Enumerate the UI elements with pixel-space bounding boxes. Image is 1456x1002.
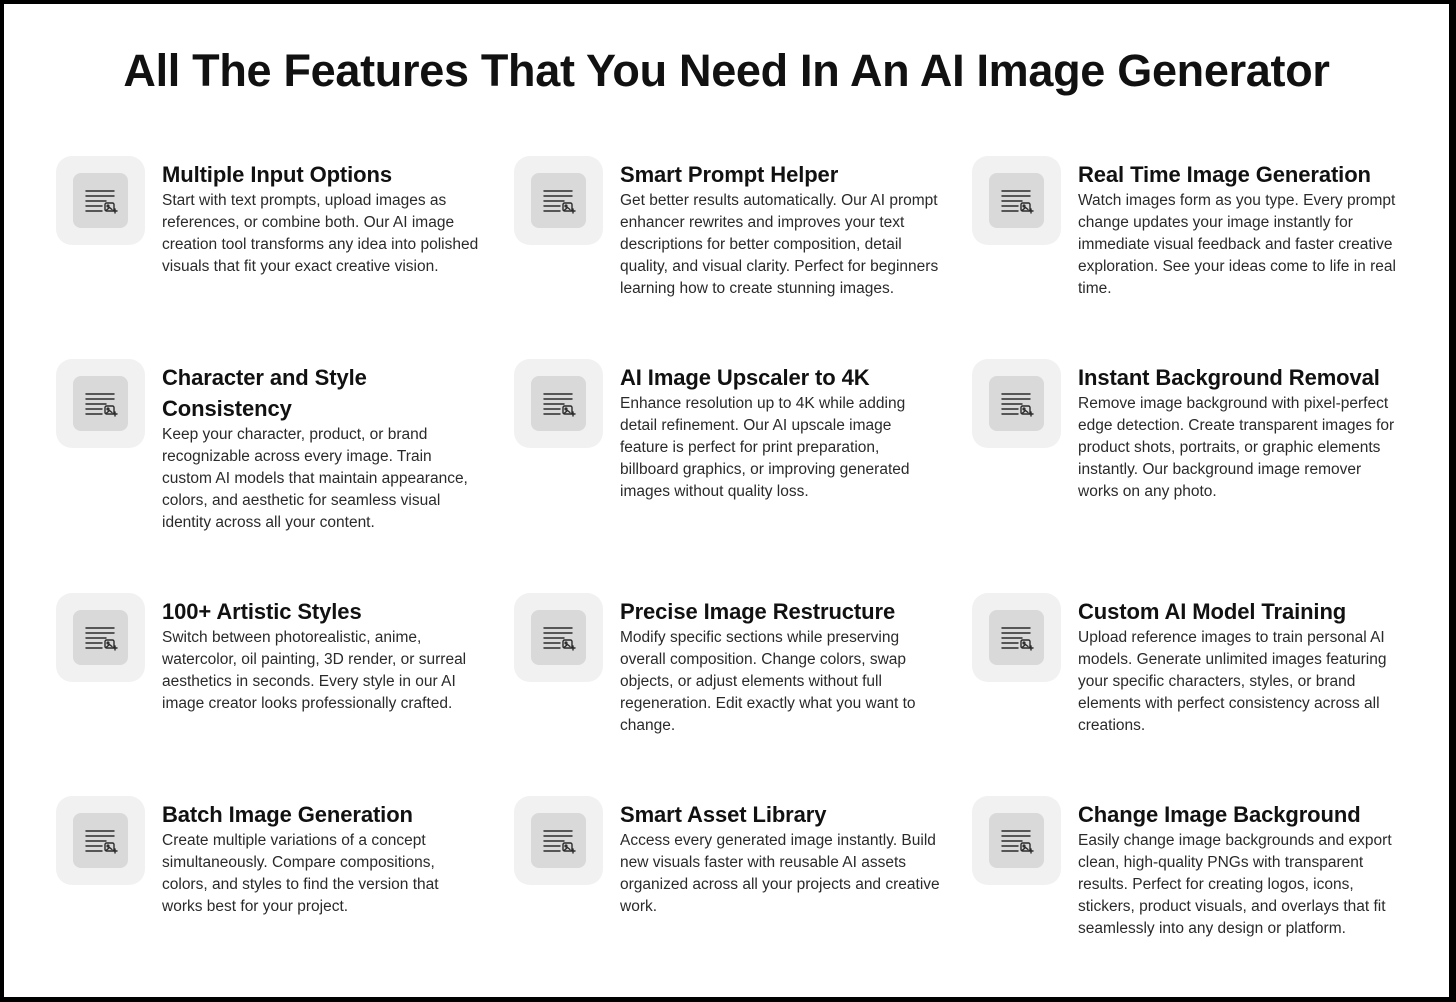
feature-description: Enhance resolution up to 4K while adding… [620,395,910,500]
feature-description: Keep your character, product, or brand r… [162,426,468,531]
feature-text: Change Image Background Easily change im… [1078,796,1398,940]
feature-text: Precise Image Restructure Modify specifi… [620,593,940,737]
text-image-icon [531,610,586,665]
feature-description: Access every generated image instantly. … [620,832,940,915]
features-row: Multiple Input Options Start with text p… [56,156,1406,359]
text-image-icon [531,173,586,228]
feature-text: Smart Asset Library Access every generat… [620,796,940,918]
page-title: All The Features That You Need In An AI … [123,45,1330,96]
feature-description: Switch between photorealistic, anime, wa… [162,629,467,712]
feature-description: Remove image background with pixel-perfe… [1078,395,1395,500]
feature-title: Multiple Input Options [162,162,392,187]
feature-text: Batch Image Generation Create multiple v… [162,796,482,918]
feature-description: Start with text prompts, upload images a… [162,192,479,275]
feature-icon-tile [972,359,1061,448]
feature-text: AI Image Upscaler to 4K Enhance resoluti… [620,359,940,503]
text-image-icon [989,610,1044,665]
feature-text: 100+ Artistic Styles Switch between phot… [162,593,482,715]
feature-title: Precise Image Restructure [620,599,896,624]
feature-icon-tile [56,156,145,245]
text-image-icon [73,173,128,228]
features-row: Batch Image Generation Create multiple v… [56,796,1406,986]
text-image-icon [531,376,586,431]
features-grid: Multiple Input Options Start with text p… [56,156,1406,986]
feature-text: Character and Style Consistency Keep you… [162,359,482,534]
feature-text: Smart Prompt Helper Get better results a… [620,156,940,300]
text-image-icon [73,376,128,431]
feature-text: Real Time Image Generation Watch images … [1078,156,1398,300]
feature-description: Modify specific sections while preservin… [620,629,916,734]
feature-title: Custom AI Model Training [1078,599,1347,624]
feature-title: Smart Asset Library [620,802,827,827]
feature-description: Get better results automatically. Our AI… [620,192,939,297]
feature-text: Instant Background Removal Remove image … [1078,359,1398,503]
feature-text: Multiple Input Options Start with text p… [162,156,482,278]
feature-icon-tile [514,156,603,245]
feature-description: Upload reference images to train persona… [1078,629,1387,734]
feature-title: Instant Background Removal [1078,365,1380,390]
feature-text: Custom AI Model Training Upload referenc… [1078,593,1398,737]
feature-title: Smart Prompt Helper [620,162,839,187]
features-row: Character and Style Consistency Keep you… [56,359,1406,593]
text-image-icon [989,173,1044,228]
feature-title: AI Image Upscaler to 4K [620,365,870,390]
feature-icon-tile [514,593,603,682]
feature-title: 100+ Artistic Styles [162,599,362,624]
feature-title: Real Time Image Generation [1078,162,1371,187]
feature-icon-tile [972,796,1061,885]
text-image-icon [73,813,128,868]
features-row: 100+ Artistic Styles Switch between phot… [56,593,1406,796]
text-image-icon [989,376,1044,431]
feature-icon-tile [56,593,145,682]
feature-icon-tile [56,359,145,448]
features-section: All The Features That You Need In An AI … [4,4,1449,997]
feature-title: Batch Image Generation [162,802,413,827]
feature-description: Easily change image backgrounds and expo… [1078,832,1392,937]
feature-icon-tile [514,359,603,448]
feature-icon-tile [514,796,603,885]
text-image-icon [989,813,1044,868]
feature-icon-tile [972,156,1061,245]
feature-description: Create multiple variations of a concept … [162,832,439,915]
feature-title: Change Image Background [1078,802,1361,827]
text-image-icon [73,610,128,665]
text-image-icon [531,813,586,868]
feature-icon-tile [56,796,145,885]
feature-title: Character and Style Consistency [162,365,367,421]
feature-icon-tile [972,593,1061,682]
feature-description: Watch images form as you type. Every pro… [1078,192,1396,297]
